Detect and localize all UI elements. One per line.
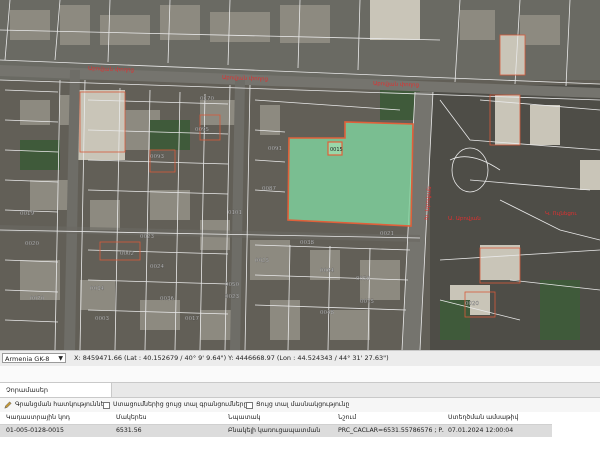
svg-text:Ա. Աբովյան: Ա. Աբովյան bbox=[448, 216, 481, 222]
cell-note: PRC_CACLAR=6531.55786576 ; P... bbox=[338, 427, 444, 434]
selected-parcel-label: 0015 bbox=[330, 147, 343, 153]
show-all-checkbox[interactable]: Ցույց տալ մասնակցությունը bbox=[246, 398, 349, 412]
column-header[interactable]: Ստեղծման ամսաթիվ bbox=[448, 412, 518, 424]
tab-parcels[interactable]: Չորամասեր bbox=[0, 383, 112, 397]
svg-text:0038: 0038 bbox=[300, 240, 314, 246]
parcel-label: 0170 bbox=[200, 96, 214, 102]
column-header[interactable]: Կադաստրային կոդ bbox=[6, 412, 70, 424]
crs-select[interactable]: Armenia GK-8 ▼ bbox=[2, 353, 66, 363]
svg-text:0064: 0064 bbox=[320, 268, 334, 274]
svg-text:0036: 0036 bbox=[160, 296, 174, 302]
chevron-down-icon: ▼ bbox=[58, 355, 63, 362]
svg-text:0048: 0048 bbox=[320, 310, 334, 316]
svg-text:0091: 0091 bbox=[268, 146, 282, 152]
cell-area: 6531.56 bbox=[116, 427, 142, 434]
svg-text:0075: 0075 bbox=[360, 299, 374, 305]
svg-text:0050: 0050 bbox=[225, 282, 239, 288]
svg-text:0019: 0019 bbox=[20, 211, 34, 217]
svg-text:0020: 0020 bbox=[465, 301, 479, 307]
cell-created: 07.01.2024 12:00:04 bbox=[448, 427, 514, 434]
checkbox-icon[interactable] bbox=[246, 401, 253, 409]
svg-text:0093: 0093 bbox=[150, 154, 164, 160]
column-header[interactable]: Նշում bbox=[338, 412, 356, 424]
cell-cadastral-code: 01-005-0128-0015 bbox=[6, 427, 64, 434]
pencil-icon bbox=[4, 401, 12, 409]
show-selected-checkbox[interactable]: Ստացումներից ցույց տալ գրանցումները bbox=[103, 398, 247, 412]
svg-text:0020: 0020 bbox=[25, 241, 39, 247]
svg-text:0002: 0002 bbox=[120, 251, 134, 257]
map-view[interactable]: Աբովյան փողոց Աբովյան փողոց Աբովյան փողո… bbox=[0, 0, 600, 350]
edit-properties-button[interactable]: Գրանցման հատկություններ bbox=[4, 398, 108, 412]
svg-text:0017: 0017 bbox=[185, 316, 199, 322]
svg-text:0070: 0070 bbox=[30, 296, 44, 302]
svg-text:0095: 0095 bbox=[195, 127, 209, 133]
svg-text:0101: 0101 bbox=[228, 210, 242, 216]
column-header[interactable]: Նպատակ bbox=[228, 412, 261, 424]
svg-text:0025: 0025 bbox=[255, 258, 269, 264]
column-header[interactable]: Մակերես bbox=[116, 412, 147, 424]
selected-parcel bbox=[287, 121, 414, 227]
coordinate-readout: X: 8459471.66 (Lat : 40.152679 / 40° 9' … bbox=[74, 354, 389, 362]
spacer bbox=[0, 366, 600, 382]
svg-text:0003: 0003 bbox=[95, 316, 109, 322]
svg-text:Կ. Ուլնեցու: Կ. Ուլնեցու bbox=[545, 211, 577, 217]
map-canvas[interactable]: Աբովյան փողոց Աբովյան փողոց Աբովյան փողո… bbox=[0, 0, 600, 350]
svg-text:0034: 0034 bbox=[90, 286, 104, 292]
table-header: Կադաստրային կոդ Մակերես Նպատակ Նշում Ստե… bbox=[0, 412, 552, 425]
checkbox-icon[interactable] bbox=[103, 401, 110, 409]
panel-toolbar: Գրանցման հատկություններ Ստացումներից ցու… bbox=[0, 398, 600, 412]
svg-text:0024: 0024 bbox=[150, 264, 164, 270]
svg-text:0023: 0023 bbox=[140, 234, 154, 240]
svg-text:0021: 0021 bbox=[380, 231, 394, 237]
svg-text:0023: 0023 bbox=[225, 294, 239, 300]
cell-purpose: Բնակելի կառուցապատման bbox=[228, 427, 321, 434]
coordinate-bar: Armenia GK-8 ▼ X: 8459471.66 (Lat : 40.1… bbox=[0, 350, 600, 367]
svg-text:0087: 0087 bbox=[262, 186, 276, 192]
table-row[interactable]: 01-005-0128-0015 6531.56 Բնակելի կառուցա… bbox=[0, 425, 552, 437]
results-panel: Չորամասեր Գրանցման հատկություններ Ստացու… bbox=[0, 382, 600, 451]
svg-text:0058: 0058 bbox=[356, 276, 370, 282]
